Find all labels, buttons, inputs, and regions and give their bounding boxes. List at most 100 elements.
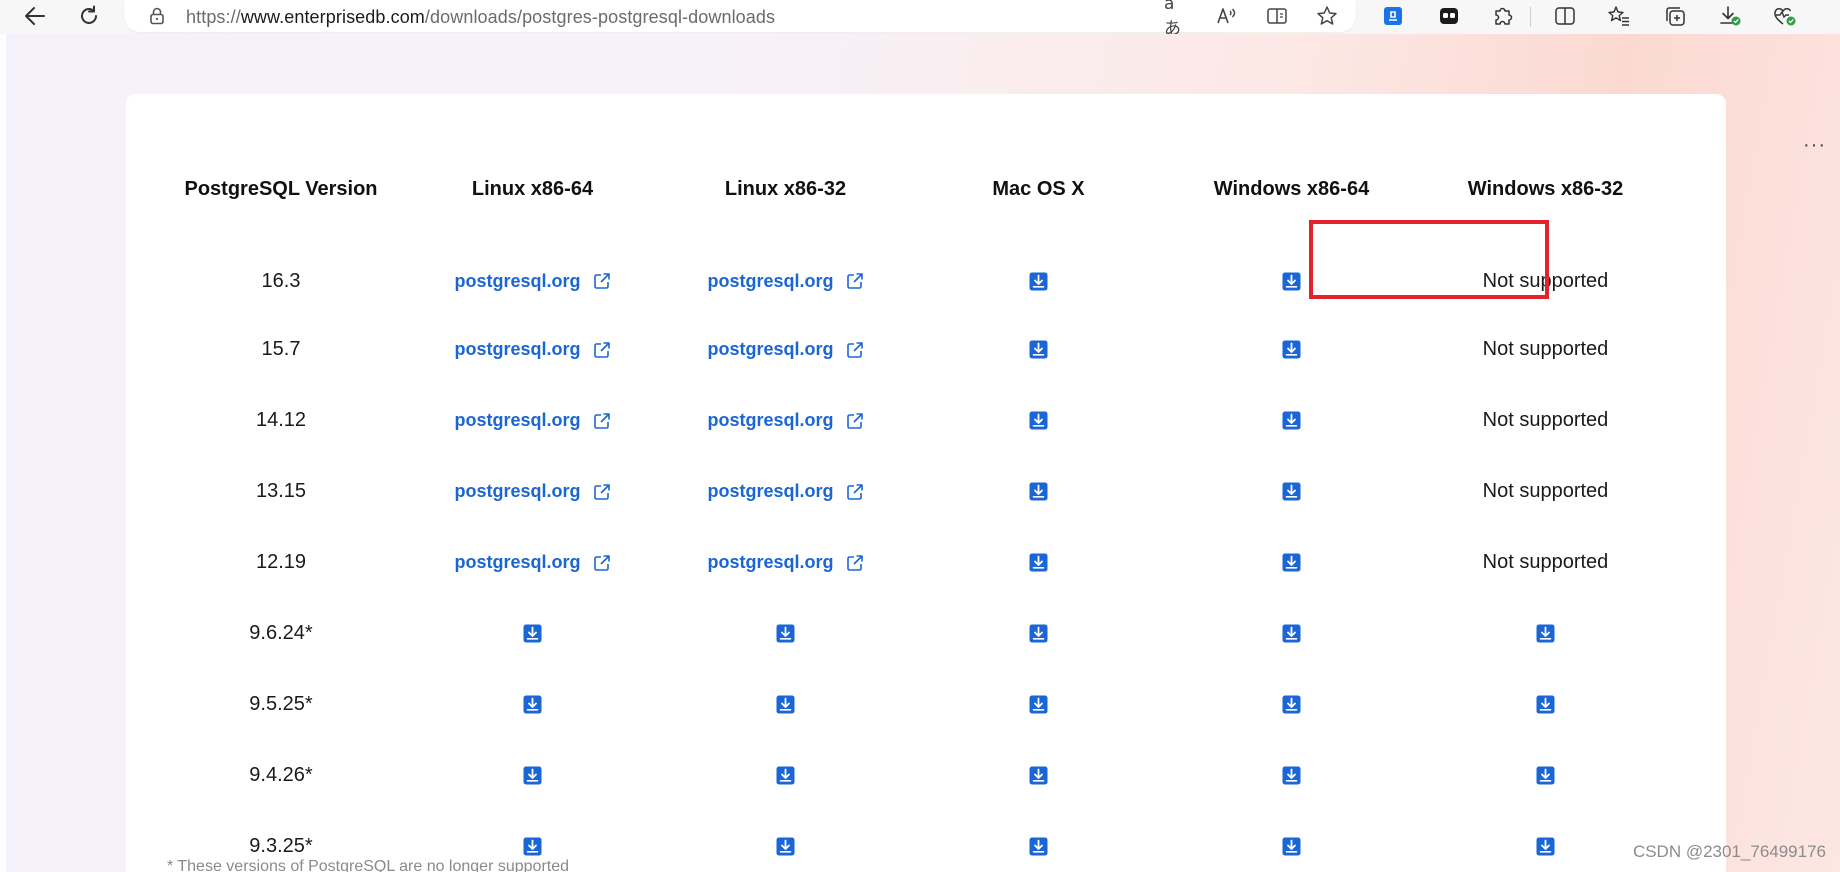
- download-icon[interactable]: [523, 837, 542, 856]
- downloads-button[interactable]: [1713, 0, 1747, 32]
- download-icon[interactable]: [776, 837, 795, 856]
- download-icon[interactable]: [1029, 272, 1048, 291]
- download-icon[interactable]: [523, 695, 542, 714]
- puzzle-icon: [1492, 5, 1514, 27]
- read-aloud-icon[interactable]: [1214, 5, 1240, 27]
- download-icon[interactable]: [1029, 340, 1048, 359]
- extension-button-1[interactable]: [1376, 0, 1410, 32]
- favorites-button[interactable]: [1602, 0, 1636, 32]
- download-icon[interactable]: [523, 766, 542, 785]
- cell-windows-x86-64: [1165, 598, 1418, 669]
- download-icon[interactable]: [1282, 340, 1301, 359]
- external-link-icon: [846, 412, 864, 430]
- url-prefix: https://: [186, 7, 241, 27]
- cell-windows-x86-32: Not supported: [1418, 527, 1673, 598]
- cell-windows-x86-64: [1165, 669, 1418, 740]
- external-link-icon: [846, 483, 864, 501]
- more-options-icon[interactable]: ···: [1803, 134, 1826, 157]
- version-cell: 9.6.24*: [156, 598, 406, 669]
- cell-windows-x86-32: Not supported: [1418, 456, 1673, 527]
- cell-linux-x86-64: postgresql.org: [406, 527, 659, 598]
- address-bar[interactable]: https://www.enterprisedb.com/downloads/p…: [124, 0, 1356, 39]
- not-supported-label: Not supported: [1482, 409, 1609, 431]
- external-link-icon: [846, 341, 864, 359]
- header-label: PostgreSQL Version: [184, 177, 378, 200]
- download-icon[interactable]: [1029, 553, 1048, 572]
- download-icon[interactable]: [1029, 624, 1048, 643]
- download-icon[interactable]: [1029, 482, 1048, 501]
- download-icon[interactable]: [1282, 695, 1301, 714]
- download-icon[interactable]: [776, 695, 795, 714]
- download-icon[interactable]: [1029, 837, 1048, 856]
- postgresql-org-link[interactable]: postgresql.org: [707, 271, 863, 292]
- table-body: 16.3 postgresql.org postgresql.org Not supp…: [156, 248, 1673, 872]
- download-icon[interactable]: [1282, 411, 1301, 430]
- favorites-list-icon: [1608, 5, 1630, 27]
- browser-toolbar: https://www.enterprisedb.com/downloads/p…: [0, 0, 1840, 39]
- postgresql-org-link[interactable]: postgresql.org: [454, 271, 610, 292]
- postgresql-org-link[interactable]: postgresql.org: [454, 481, 610, 502]
- not-supported-label: Not supported: [1482, 338, 1609, 360]
- back-button[interactable]: [18, 0, 52, 32]
- download-icon[interactable]: [1282, 482, 1301, 501]
- extension-blue-icon: [1382, 5, 1404, 27]
- download-icon[interactable]: [1536, 837, 1555, 856]
- collections-button[interactable]: [1658, 0, 1692, 32]
- download-icon[interactable]: [1282, 553, 1301, 572]
- external-link-icon: [593, 554, 611, 572]
- table-row: 9.5.25*: [156, 669, 1673, 740]
- header-label: Windows x86-64: [1213, 177, 1370, 200]
- cell-windows-x86-64: [1165, 811, 1418, 872]
- cell-linux-x86-64: postgresql.org: [406, 248, 659, 314]
- download-icon[interactable]: [523, 624, 542, 643]
- download-icon[interactable]: [1029, 411, 1048, 430]
- postgresql-org-link[interactable]: postgresql.org: [707, 410, 863, 431]
- extension-button-2[interactable]: [1432, 0, 1466, 32]
- cell-mac-os-x: [912, 314, 1165, 385]
- translate-icon[interactable]: aあ: [1164, 0, 1190, 39]
- table-row: 16.3 postgresql.org postgresql.org Not supp…: [156, 248, 1673, 314]
- favorite-star-icon[interactable]: [1314, 5, 1340, 27]
- cell-mac-os-x: [912, 527, 1165, 598]
- download-icon[interactable]: [1536, 695, 1555, 714]
- link-label: postgresql.org: [454, 410, 581, 430]
- browser-essentials-button[interactable]: [1768, 0, 1802, 32]
- link-label: postgresql.org: [707, 339, 834, 359]
- split-screen-button[interactable]: [1548, 0, 1582, 32]
- postgresql-org-link[interactable]: postgresql.org: [454, 552, 610, 573]
- cell-mac-os-x: [912, 598, 1165, 669]
- download-icon[interactable]: [776, 624, 795, 643]
- download-icon[interactable]: [1536, 766, 1555, 785]
- download-icon[interactable]: [1029, 695, 1048, 714]
- cell-mac-os-x: [912, 740, 1165, 811]
- lock-icon[interactable]: [148, 7, 166, 25]
- version-label: 9.5.25*: [249, 693, 313, 715]
- postgresql-org-link[interactable]: postgresql.org: [454, 410, 610, 431]
- url-text[interactable]: https://www.enterprisedb.com/downloads/p…: [186, 7, 775, 28]
- link-label: postgresql.org: [707, 410, 834, 430]
- postgresql-org-link[interactable]: postgresql.org: [707, 481, 863, 502]
- download-icon[interactable]: [1282, 624, 1301, 643]
- cell-windows-x86-32: Not supported: [1418, 385, 1673, 456]
- external-link-icon: [593, 341, 611, 359]
- table-row: 12.19 postgresql.org postgresql.org Not sup…: [156, 527, 1673, 598]
- header-linux-x86-64: Linux x86-64: [406, 94, 659, 248]
- toolbar-divider: [1530, 7, 1531, 27]
- download-icon[interactable]: [1282, 272, 1301, 291]
- postgresql-org-link[interactable]: postgresql.org: [454, 339, 610, 360]
- page-left-edge: [0, 34, 6, 872]
- postgresql-org-link[interactable]: postgresql.org: [707, 552, 863, 573]
- reading-view-icon[interactable]: [1264, 5, 1290, 27]
- download-icon[interactable]: [1029, 766, 1048, 785]
- download-icon[interactable]: [776, 766, 795, 785]
- postgresql-org-link[interactable]: postgresql.org: [707, 339, 863, 360]
- cell-mac-os-x: [912, 248, 1165, 314]
- link-label: postgresql.org: [707, 481, 834, 501]
- download-icon[interactable]: [1282, 837, 1301, 856]
- unsupported-footnote: * These versions of PostgreSQL are no lo…: [167, 858, 570, 872]
- downloads-table: PostgreSQL Version Linux x86-64 Linux x8…: [156, 94, 1673, 872]
- extensions-button[interactable]: [1486, 0, 1520, 32]
- download-icon[interactable]: [1282, 766, 1301, 785]
- download-icon[interactable]: [1536, 624, 1555, 643]
- reload-button[interactable]: [72, 0, 106, 32]
